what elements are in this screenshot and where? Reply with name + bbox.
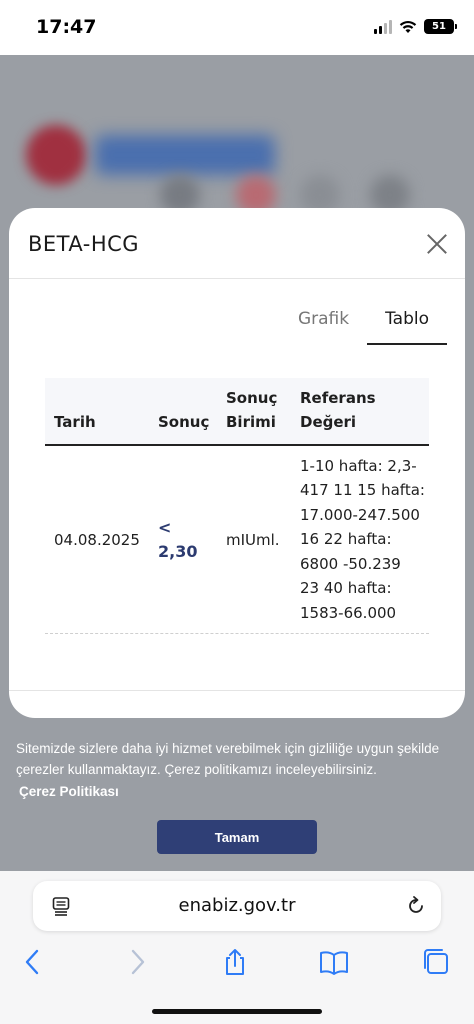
cell-date: 04.08.2025 — [54, 530, 140, 549]
cell-result: < 2,30 — [149, 516, 217, 564]
column-header-date: Tarih — [54, 413, 96, 431]
tabs-icon[interactable] — [421, 947, 451, 977]
browser-toolbar: enabiz.gov.tr — [0, 871, 474, 1024]
accept-cookies-button[interactable]: Tamam — [157, 820, 317, 854]
reload-icon[interactable] — [405, 895, 427, 917]
share-icon[interactable] — [220, 947, 250, 977]
cellular-signal-icon — [374, 19, 392, 34]
modal-title: BETA-HCG — [28, 232, 140, 256]
cookie-banner: Sitemizde sizlere daha iyi hizmet verebi… — [0, 720, 474, 870]
wifi-icon — [399, 20, 417, 33]
address-bar[interactable]: enabiz.gov.tr — [33, 881, 441, 931]
column-header-unit: Sonuç Birimi — [226, 389, 278, 431]
column-header-reference: Referans Değeri — [300, 389, 376, 431]
cookie-policy-link[interactable]: Çerez Politikası — [19, 784, 119, 799]
url-text: enabiz.gov.tr — [178, 895, 296, 916]
result-prefix: < — [158, 517, 172, 537]
browser-nav — [0, 947, 474, 977]
results-table: Tarih Sonuç Sonuç Birimi Referans Değeri… — [45, 378, 429, 634]
result-value: 2,30 — [158, 541, 198, 561]
back-icon[interactable] — [18, 947, 48, 977]
cookie-text: Sitemizde sizlere daha iyi hizmet verebi… — [16, 741, 440, 777]
site-logo-text — [95, 135, 275, 175]
close-icon[interactable] — [423, 230, 451, 258]
status-bar: 17:47 51 — [0, 0, 474, 55]
modal-footer-divider — [9, 690, 465, 691]
tab-grafik[interactable]: Grafik — [280, 304, 367, 345]
site-logo — [26, 125, 86, 185]
battery-icon: 51 — [424, 19, 457, 34]
forward-icon[interactable] — [122, 947, 152, 977]
cell-unit: mIUml. — [226, 530, 280, 549]
test-result-modal: BETA-HCG Grafik Tablo Tarih Sonuç Sonuç … — [9, 208, 465, 718]
home-indicator — [152, 1009, 322, 1014]
column-header-result: Sonuç — [158, 413, 210, 431]
table-row: 04.08.2025 < 2,30 mIUml. 1-10 hafta: 2,3… — [45, 446, 429, 634]
status-time: 17:47 — [36, 16, 97, 38]
modal-header: BETA-HCG — [9, 208, 465, 279]
bookmarks-icon[interactable] — [319, 947, 349, 977]
tab-tablo[interactable]: Tablo — [367, 304, 447, 345]
view-tabs: Grafik Tablo — [280, 304, 447, 345]
status-icons: 51 — [374, 19, 457, 34]
cell-reference: 1-10 hafta: 2,3- 417 11 15 hafta: 17.000… — [300, 456, 425, 622]
table-header: Tarih Sonuç Sonuç Birimi Referans Değeri — [45, 378, 429, 446]
